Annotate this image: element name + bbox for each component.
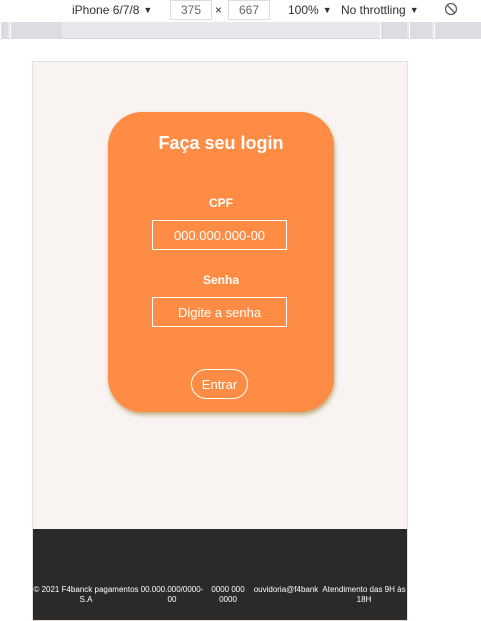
viewport-width-input[interactable] [170, 0, 212, 20]
footer: © 2021 F4banck pagamentos S.A 00.000.000… [33, 529, 407, 620]
devtools-device-toolbar: iPhone 6/7/8 ▼ × 100% ▼ No throttling ▼ [0, 0, 481, 22]
media-query-bar [0, 22, 481, 39]
device-name: iPhone 6/7/8 [72, 3, 140, 17]
viewport-height-input[interactable] [228, 0, 270, 20]
login-card: Faça seu login CPF Senha Entrar [108, 112, 334, 412]
media-query-segment[interactable] [434, 22, 481, 39]
cpf-input[interactable] [152, 220, 287, 250]
media-query-segment[interactable] [10, 22, 62, 39]
password-label: Senha [202, 273, 239, 287]
login-button[interactable]: Entrar [191, 369, 248, 399]
dropdown-caret-icon: ▼ [143, 5, 153, 15]
footer-cnpj: 00.000.000/0000-00 [140, 585, 204, 604]
footer-hours: Atendimento das 9H às 18H [322, 585, 406, 604]
footer-phone: 0000 000 0000 [211, 585, 245, 604]
rotate-icon[interactable] [444, 2, 458, 16]
login-title: Faça seu login [158, 133, 284, 153]
password-input[interactable] [152, 297, 287, 327]
device-select[interactable]: iPhone 6/7/8 ▼ [72, 3, 152, 17]
zoom-level: 100% [288, 3, 319, 17]
cpf-label: CPF [209, 196, 233, 210]
dimension-separator: × [215, 3, 223, 17]
media-query-segment[interactable] [0, 22, 8, 39]
media-query-segment[interactable] [380, 22, 407, 39]
throttling-select[interactable]: No throttling ▼ [341, 3, 419, 17]
footer-copyright: © 2021 F4banck pagamentos S.A [33, 585, 139, 604]
throttling-value: No throttling [341, 3, 406, 17]
zoom-select[interactable]: 100% ▼ [288, 3, 332, 17]
device-viewport: Faça seu login CPF Senha Entrar © 2021 F… [32, 61, 408, 621]
media-query-segment[interactable] [409, 22, 432, 39]
dropdown-caret-icon: ▼ [322, 5, 332, 15]
dropdown-caret-icon: ▼ [409, 5, 419, 15]
footer-email: ouvidoria@f4bank [253, 585, 319, 594]
